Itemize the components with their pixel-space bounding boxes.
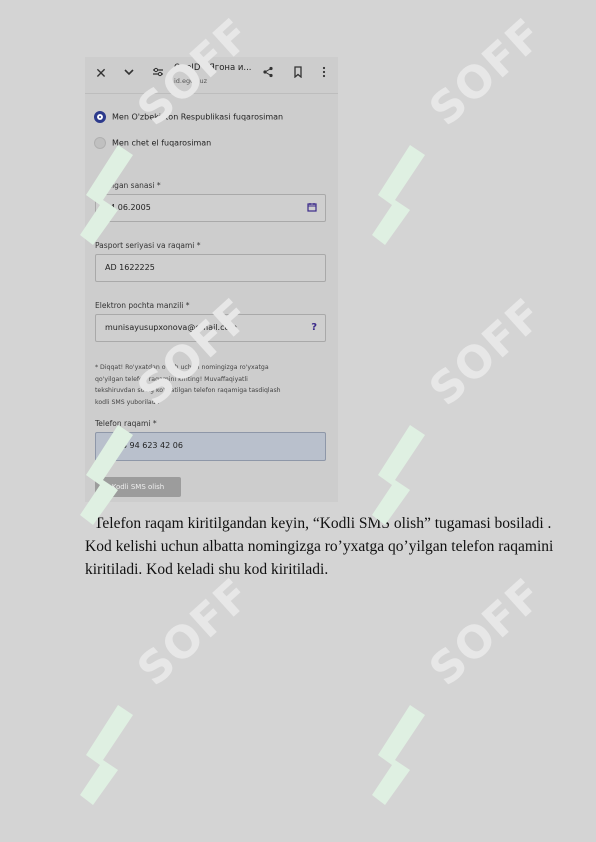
share-icon[interactable]	[259, 65, 277, 83]
radio-citizen[interactable]: Men O'zbekiston Respublikasi fuqarosiman	[94, 111, 283, 123]
watermark-text: SOFF	[128, 568, 262, 696]
watermark-text: SOFF	[420, 568, 554, 696]
radio-foreign[interactable]: Men chet el fuqarosiman	[94, 137, 211, 149]
watermark-logo: SOFF	[78, 569, 278, 820]
sms-code-button[interactable]: Kodli SMS olish	[95, 477, 181, 497]
watermark-text: SOFF	[420, 8, 554, 136]
radio-checked-icon	[94, 111, 106, 123]
calendar-icon[interactable]	[307, 195, 317, 221]
site-settings-icon[interactable]	[149, 65, 167, 83]
tab-title: OneID - Ягона и...	[174, 63, 252, 73]
email-field[interactable]: munisayusupxonova@gmail.com ?	[95, 314, 326, 342]
help-icon[interactable]: ?	[311, 315, 317, 341]
radio-foreign-label: Men chet el fuqarosiman	[112, 138, 212, 148]
radio-citizen-label: Men O'zbekiston Respublikasi fuqarosiman	[112, 112, 284, 122]
warning-note: * Diqqat! Ro'yxatdan o'tish uchun noming…	[95, 364, 281, 406]
email-label: Elektron pochta manzili *	[95, 301, 190, 310]
bookmark-icon[interactable]	[289, 65, 307, 83]
document-paragraph: Telefon raqam kiritilgandan keyin, “Kodl…	[85, 515, 554, 578]
phone-field[interactable]: +998 94 623 42 06	[95, 432, 326, 461]
phone-label: Telefon raqami *	[95, 419, 157, 428]
browser-toolbar: ✕ OneID - Ягона и... id.egov.uz	[85, 57, 338, 94]
watermark-logo: SOFF	[370, 9, 570, 260]
url-text[interactable]: id.egov.uz	[174, 77, 207, 85]
watermark-text: SOFF	[420, 288, 554, 416]
radio-unchecked-icon	[94, 137, 106, 149]
close-icon[interactable]: ✕	[92, 65, 110, 83]
passport-field[interactable]: AD 1622225	[95, 254, 326, 282]
birth-date-label: Tug'ilgan sanasi *	[95, 181, 161, 190]
screenshot: ✕ OneID - Ягона и... id.egov.uz Men O'zb…	[85, 57, 338, 502]
birth-date-field[interactable]: 14.06.2005	[95, 194, 326, 222]
passport-label: Pasport seriyasi va raqami *	[95, 241, 201, 250]
more-icon[interactable]	[315, 65, 333, 83]
watermark-logo: SOFF	[370, 569, 570, 820]
chevron-down-icon[interactable]	[120, 65, 138, 83]
